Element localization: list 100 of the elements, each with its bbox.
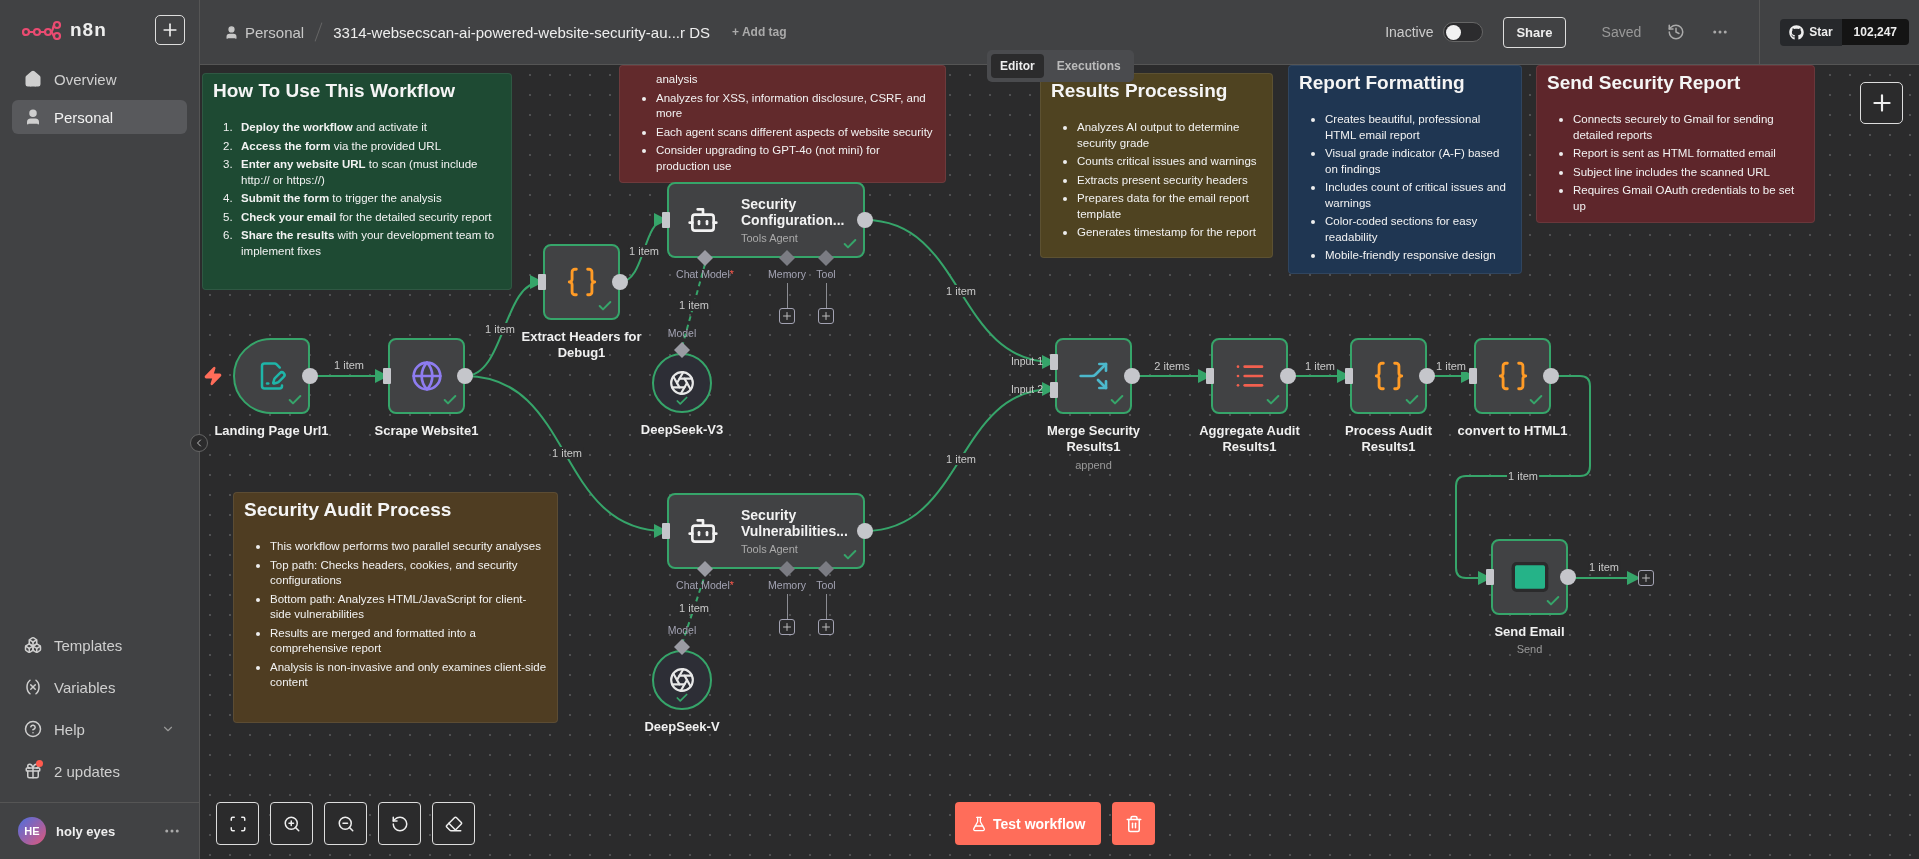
node-title: Process Audit Results1 — [1344, 423, 1433, 456]
help-icon — [24, 720, 42, 738]
connector-port[interactable] — [818, 561, 834, 577]
project-link[interactable]: Personal — [224, 23, 305, 41]
output-port[interactable] — [1280, 368, 1296, 384]
node-title: Send Email — [1494, 624, 1565, 641]
output-port[interactable] — [1560, 569, 1576, 585]
input-port[interactable] — [1486, 569, 1494, 585]
nav-item[interactable]: Personal — [12, 100, 187, 134]
list-number: 5. — [223, 209, 234, 225]
sticky-note[interactable] — [202, 73, 512, 290]
sticky-note[interactable] — [233, 492, 558, 723]
plus-icon — [820, 310, 832, 322]
note-title: Report Formatting — [1299, 72, 1466, 94]
star-button[interactable]: Star — [1780, 18, 1842, 46]
note-text: Access the form via the provided URL — [241, 138, 442, 154]
trash-icon — [1124, 814, 1143, 833]
note-text: Share the results with your development team to implement fixes — [241, 228, 496, 259]
edge-label: 1 item — [628, 245, 660, 257]
nav-item[interactable]: Templates — [12, 626, 187, 664]
add-button[interactable] — [1638, 570, 1654, 586]
workflow-node[interactable] — [1491, 539, 1568, 615]
note-text: Visual grade indicator (A-F) based on findings — [1325, 146, 1501, 177]
star-count: 102,247 — [1841, 19, 1909, 45]
sticky-note[interactable] — [1288, 65, 1522, 274]
nav-item[interactable]: Help — [12, 710, 187, 748]
input-port[interactable] — [662, 212, 670, 228]
input-port[interactable] — [1345, 368, 1353, 384]
connector-port[interactable] — [674, 639, 690, 655]
workflow-node[interactable] — [1350, 338, 1427, 414]
saved-label: Saved — [1601, 24, 1642, 40]
aperture-icon — [669, 667, 695, 693]
view-tab[interactable]: Editor — [991, 54, 1044, 78]
edge-label: 1 item — [945, 453, 977, 465]
workflow-node[interactable] — [652, 650, 712, 710]
view-tab[interactable]: Executions — [1047, 54, 1130, 78]
node-title: Security Configuration... — [741, 195, 846, 229]
input-port[interactable] — [538, 274, 546, 290]
connector-port[interactable] — [818, 250, 834, 266]
input-port[interactable] — [1469, 368, 1477, 384]
workflow-node[interactable] — [652, 353, 712, 413]
zoom-out-button[interactable] — [324, 802, 367, 845]
note-text: Consider upgrading to GPT-4o (not mini) for production use — [656, 143, 881, 174]
workflow-node[interactable] — [543, 244, 620, 320]
plus-icon — [820, 621, 832, 633]
output-port[interactable] — [612, 274, 628, 290]
workflow-title[interactable]: 3314-websecscan-ai-powered-website-security-au...r DS — [333, 23, 711, 41]
output-port[interactable] — [457, 368, 473, 384]
aperture-icon — [669, 370, 695, 396]
workflow-node[interactable] — [1055, 338, 1132, 414]
share-button[interactable]: Share — [1503, 16, 1566, 48]
connector-port[interactable] — [779, 250, 795, 266]
node-title: Merge Security Results1 — [1045, 423, 1142, 456]
add-button[interactable] — [779, 619, 795, 635]
delete-button[interactable] — [1112, 802, 1156, 845]
add-button[interactable] — [818, 619, 834, 635]
user-avatar[interactable]: HE — [18, 817, 46, 845]
reset-button[interactable] — [378, 802, 421, 845]
workflow-node[interactable] — [388, 338, 465, 414]
input-label: Input 2 — [1010, 383, 1043, 396]
connector-port[interactable] — [697, 561, 713, 577]
connector-port[interactable] — [697, 250, 713, 266]
input-port[interactable] — [662, 523, 670, 539]
sticky-note[interactable]: Send Security Report Connects securely to Gmail for sending detailed reports Report is sent as HTML formatted email Subject line includes the scanned URL Requires Gmail OAuth credentials to be set up — [1536, 65, 1815, 224]
add-button[interactable] — [779, 308, 795, 324]
note-text: Analysis is non-invasive and only examines client-side content — [270, 659, 547, 691]
output-port[interactable] — [1124, 368, 1140, 384]
zoom-in-button[interactable] — [270, 802, 313, 845]
add-button[interactable] — [818, 308, 834, 324]
logo-text: n8n — [70, 19, 107, 41]
sticky-note[interactable] — [1040, 73, 1273, 258]
output-port[interactable] — [302, 368, 318, 384]
workflow-node[interactable]: Security Vulnerabilities... Tools Agent — [667, 493, 865, 569]
edge-label: 1 item — [678, 602, 710, 614]
add-tag-link[interactable]: + Add tag — [732, 25, 787, 39]
workflow-node[interactable] — [233, 338, 310, 414]
sticky-note[interactable]: analysis Analyzes for XSS, information disclosure, CSRF, and more Each agent scans different aspects of website security Consider upgrading to GPT-4o (not mini) for production use — [619, 65, 946, 184]
active-toggle[interactable] — [1443, 22, 1484, 42]
nav-item[interactable]: 2 updates — [12, 752, 187, 790]
connector-port[interactable] — [674, 342, 690, 358]
output-port[interactable] — [1419, 368, 1435, 384]
nav-item[interactable]: Variables — [12, 668, 187, 706]
eraser-button[interactable] — [432, 802, 475, 845]
input-port[interactable] — [1050, 353, 1058, 370]
workflow-node[interactable] — [1474, 338, 1551, 414]
output-port[interactable] — [857, 523, 873, 539]
history-icon[interactable] — [1667, 23, 1686, 41]
add-node-button[interactable] — [1860, 82, 1903, 124]
workflow-node[interactable]: Security Configuration... Tools Agent — [667, 182, 865, 258]
output-port[interactable] — [1543, 368, 1559, 384]
input-port[interactable] — [383, 368, 391, 384]
input-port[interactable] — [1050, 382, 1058, 399]
workflow-node[interactable] — [1211, 338, 1288, 414]
note-text: Submit the form to trigger the analysis — [241, 191, 442, 207]
output-port[interactable] — [857, 212, 873, 228]
bullet-icon — [1311, 118, 1315, 122]
input-port[interactable] — [1206, 368, 1214, 384]
fit-view-button[interactable] — [216, 802, 259, 845]
nav-item[interactable]: Overview — [12, 62, 187, 96]
connector-port[interactable] — [779, 561, 795, 577]
